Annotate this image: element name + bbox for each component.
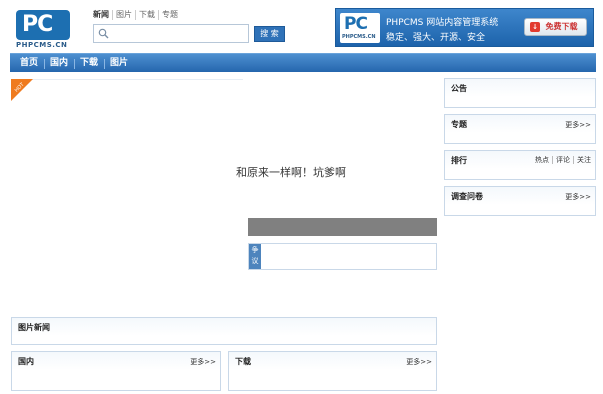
topics-title: 专题 (451, 120, 467, 129)
survey-title: 调查问卷 (451, 192, 483, 201)
search-tab-downloads[interactable]: 下载 (136, 10, 159, 20)
announcement-title: 公告 (451, 84, 467, 93)
ranking-panel: 排行 热点 评论 关注 (444, 150, 596, 180)
banner-logo: PC PHPCMS.CN (340, 13, 380, 43)
search-type-tabs: 新闻 图片 下载 专题 (93, 10, 181, 20)
survey-panel: 调查问卷 更多>> (444, 186, 596, 216)
announcement-panel: 公告 (444, 78, 596, 108)
nav-item-images[interactable]: 图片 (110, 54, 128, 73)
panel-header (12, 352, 220, 370)
headline-bar (248, 218, 437, 236)
nav-item-domestic[interactable]: 国内 (50, 54, 68, 73)
ranking-tab-comments[interactable]: 评论 (553, 156, 574, 164)
panel-header (445, 79, 595, 97)
domestic-title: 国内 (18, 357, 34, 366)
download-panel: 下载 更多>> (228, 351, 437, 391)
search-tab-topics[interactable]: 专题 (159, 10, 181, 20)
banner-slogan: 稳定、强大、开源、安全 (386, 33, 486, 43)
panel-header (12, 318, 436, 336)
search-tab-images[interactable]: 图片 (113, 10, 136, 20)
search-tab-news[interactable]: 新闻 (93, 10, 113, 20)
nav-divider (104, 59, 105, 69)
ranking-tab-follow[interactable]: 关注 (574, 156, 591, 164)
banner-logo-text: PHPCMS.CN (342, 34, 376, 40)
nav-item-home[interactable]: 首页 (20, 54, 38, 73)
headline-text[interactable]: 和原来一样啊！坑爹啊 (236, 164, 346, 180)
panel-header (229, 352, 436, 370)
nav-divider (74, 59, 75, 69)
domestic-panel: 国内 更多>> (11, 351, 221, 391)
ranking-tabs: 热点 评论 关注 (532, 156, 591, 164)
download-icon: ↓ (530, 22, 540, 32)
ranking-title: 排行 (451, 156, 467, 165)
search-input[interactable] (114, 26, 246, 41)
search-button[interactable]: 搜 索 (254, 26, 285, 42)
site-logo[interactable]: PC PHPCMS.CN (16, 10, 70, 49)
banner-logo-mark: PC (344, 14, 368, 34)
topics-more-link[interactable]: 更多>> (565, 120, 591, 130)
hot-slideshow[interactable] (11, 79, 243, 310)
photo-news-panel: 图片新闻 (11, 317, 437, 345)
main-nav: 首页 国内 下载 图片 (10, 53, 596, 72)
debate-label: 争议 (249, 244, 261, 269)
photo-news-title: 图片新闻 (18, 323, 50, 332)
nav-divider (44, 59, 45, 69)
topics-panel: 专题 更多>> (444, 114, 596, 144)
download-more-link[interactable]: 更多>> (406, 357, 432, 367)
promo-banner[interactable]: PC PHPCMS.CN PHPCMS 网站内容管理系统 稳定、强大、开源、安全… (335, 8, 594, 47)
domestic-more-link[interactable]: 更多>> (190, 357, 216, 367)
survey-more-link[interactable]: 更多>> (565, 192, 591, 202)
logo-text: PHPCMS.CN (16, 41, 68, 49)
free-download-button[interactable]: ↓ 免费下载 (524, 18, 587, 36)
free-download-label: 免费下载 (545, 22, 578, 31)
debate-box: 争议 (248, 243, 437, 270)
ranking-tab-hot[interactable]: 热点 (532, 156, 553, 164)
nav-item-download[interactable]: 下载 (80, 54, 98, 73)
search-icon (98, 28, 109, 39)
banner-title: PHPCMS 网站内容管理系统 (386, 18, 499, 28)
search-box (93, 24, 249, 43)
hot-badge-icon: HOT (11, 79, 33, 101)
logo-mark: PC (16, 10, 70, 40)
download-title: 下载 (235, 357, 251, 366)
